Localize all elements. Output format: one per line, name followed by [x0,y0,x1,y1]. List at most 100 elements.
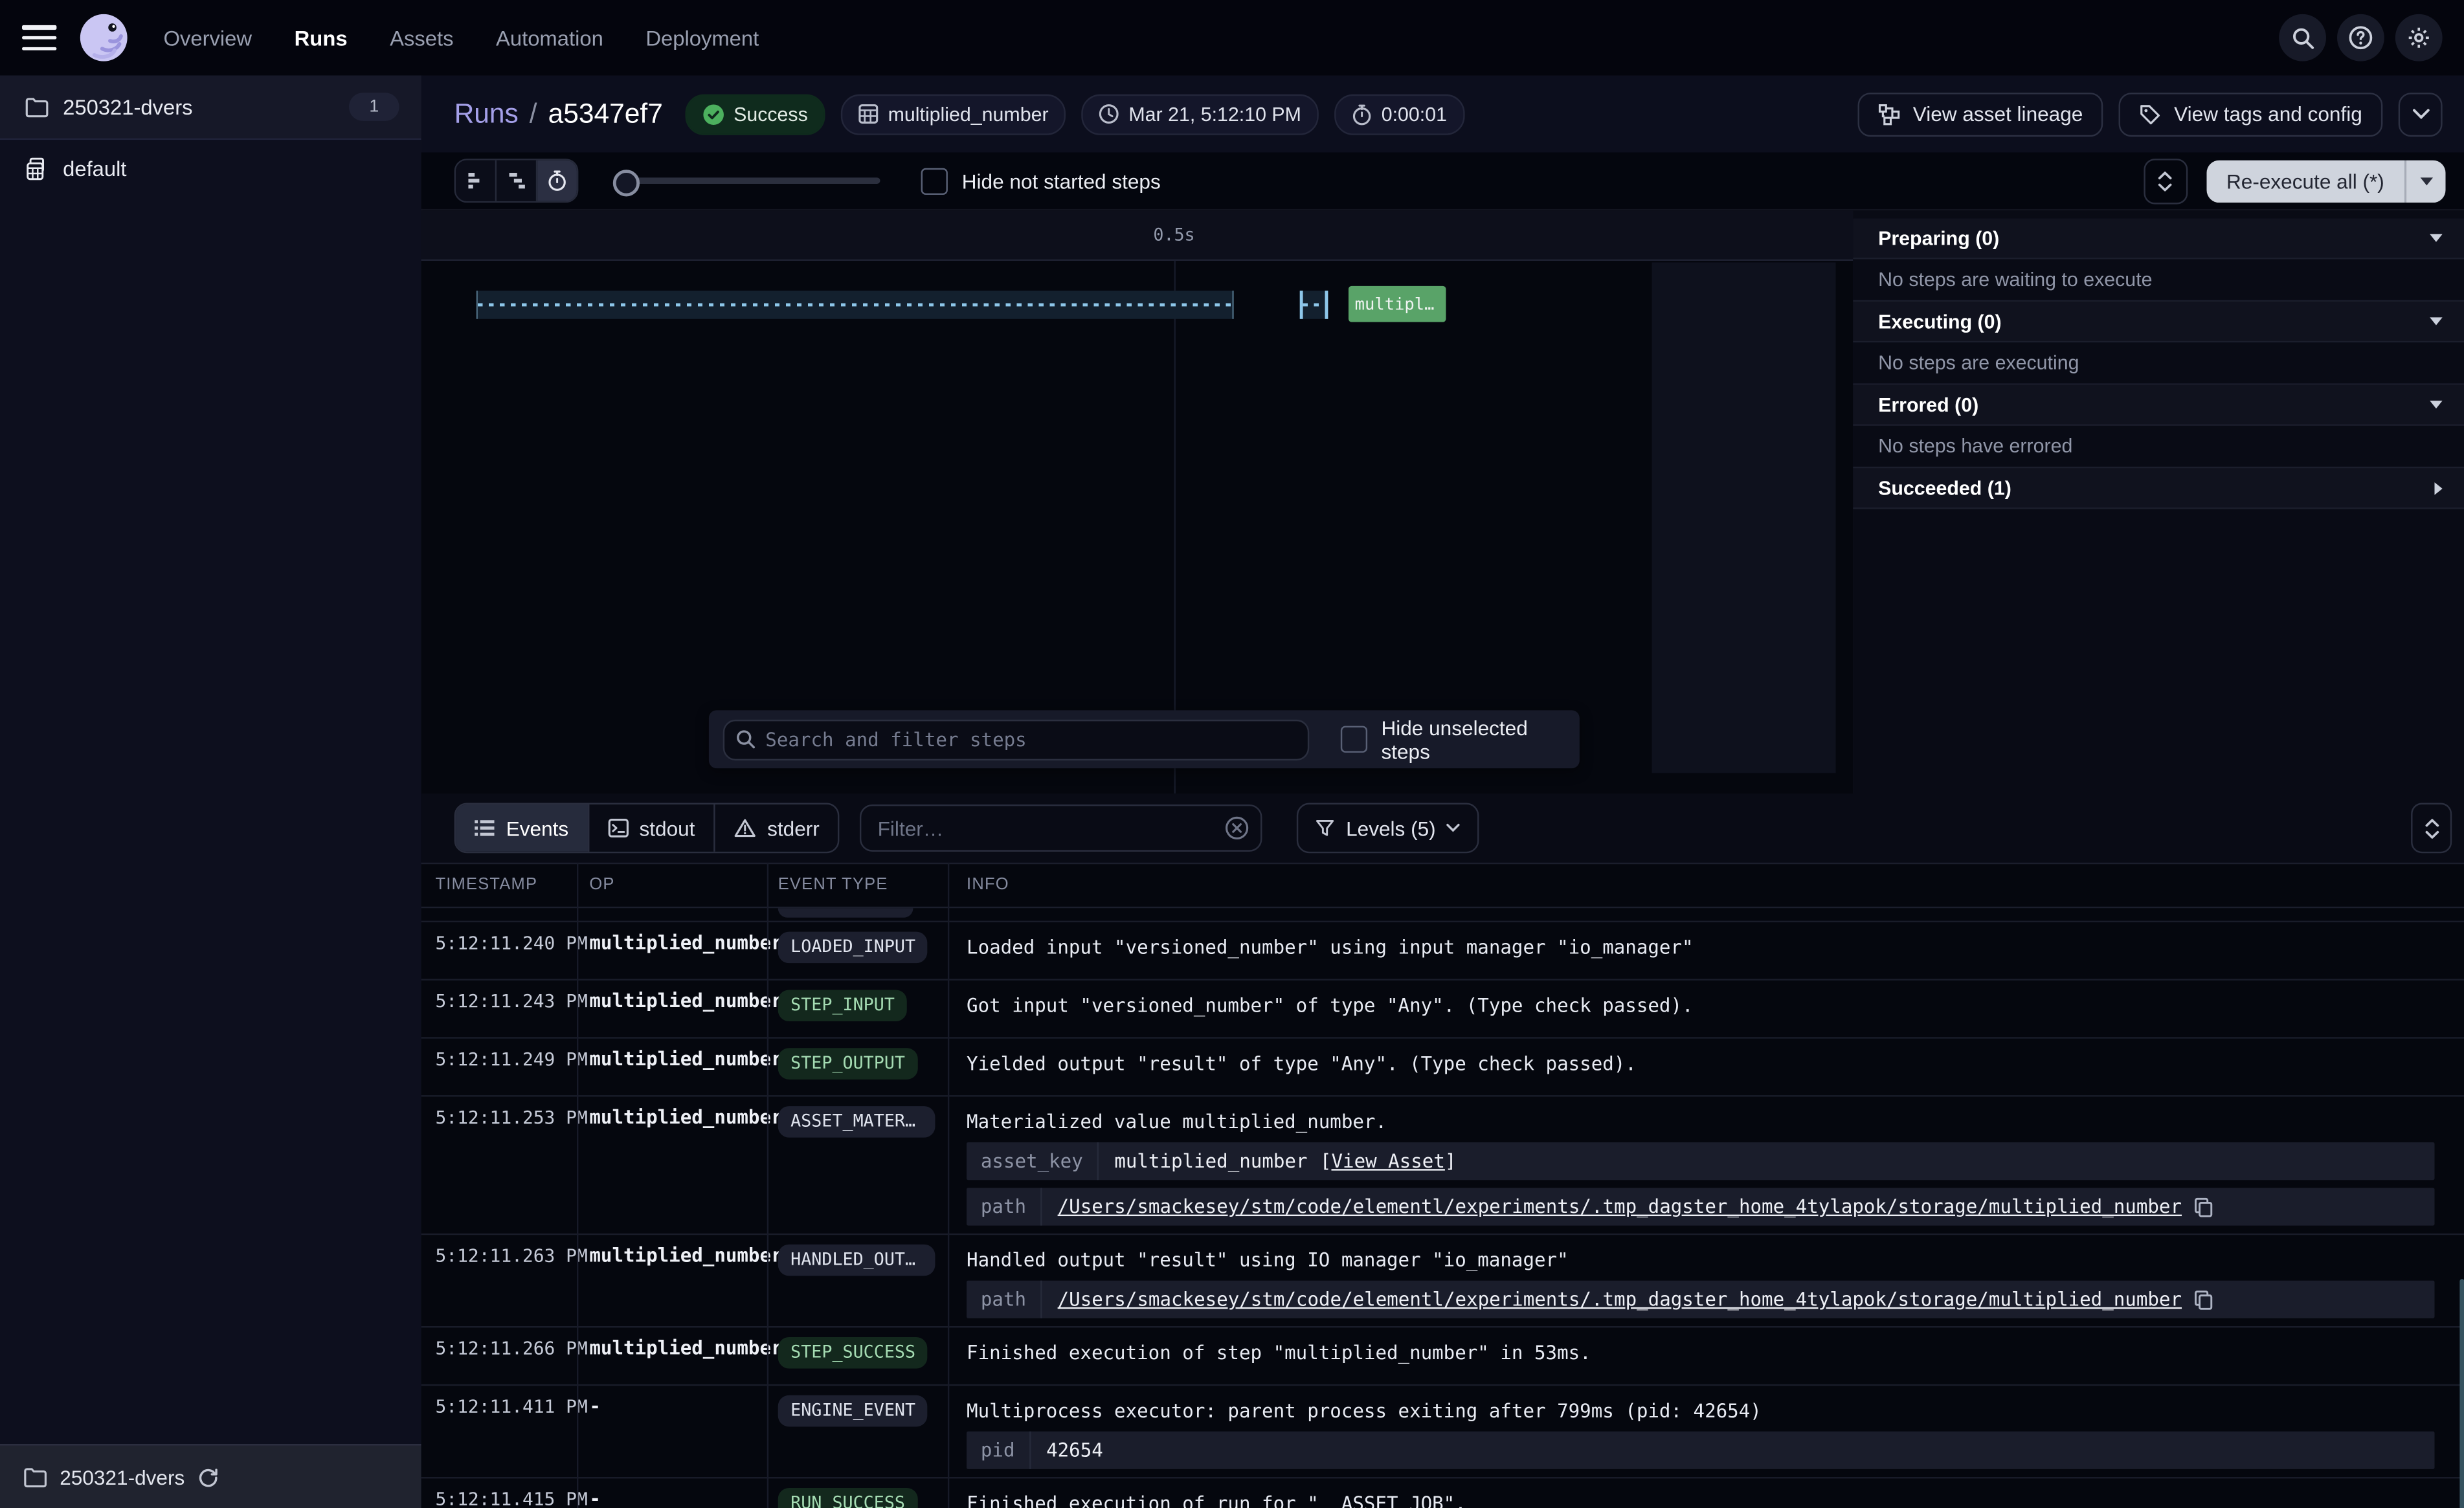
tab-events[interactable]: Events [456,804,589,852]
log-filter [860,804,1262,852]
event-timestamp: 5:12:11.253 PM [421,1097,577,1137]
event-type-cell: HANDLED_OUTPUT [767,1235,948,1291]
expand-panel-button[interactable] [2143,158,2187,203]
event-type-badge: ASSET_MATERIALIZATION [778,1106,935,1138]
event-row: 5:12:11.253 PMmultiplied_numberASSET_MAT… [421,1097,2464,1236]
event-op: - [577,1386,767,1425]
event-type-cell: STEP_OUTPUT [767,1039,948,1095]
hide-unselected-control: Hide unselected steps [1340,716,1580,763]
step-section-header[interactable]: Preparing (0) [1853,218,2464,259]
event-op: multiplied_number [577,1327,767,1367]
help-icon [2348,25,2373,50]
copy-icon[interactable] [2194,1289,2213,1310]
nav-item-automation[interactable]: Automation [496,26,603,49]
clipped-badge [778,908,913,918]
tab-stdout[interactable]: stdout [589,804,715,852]
log-filter-input[interactable] [860,804,1262,852]
event-info-text: Finished execution of run for "__ASSET_J… [967,1488,2434,1508]
view-tags-config-button[interactable]: View tags and config [2119,92,2382,136]
levels-label: Levels (5) [1346,816,1436,839]
col-header-timestamp: TIMESTAMP [421,875,577,894]
terminal-icon [608,819,629,837]
chevron-down-icon [2430,234,2442,242]
view-asset-link[interactable]: View Asset [1331,1150,1444,1172]
step-section-message: No steps have errored [1853,426,2464,469]
hamburger-menu-icon[interactable] [22,25,56,50]
slider-track [622,177,880,184]
event-type-badge: STEP_OUTPUT [778,1048,918,1080]
repo-count-badge: 1 [349,93,399,121]
sidebar-item-default[interactable]: default [0,140,421,198]
event-row: 5:12:11.243 PMmultiplied_numberSTEP_INPU… [421,981,2464,1039]
gantt-mode-toggle [454,159,579,203]
gantt-search-panel: Hide unselected steps [709,710,1580,768]
gear-icon [2406,25,2432,50]
step-section-header[interactable]: Succeeded (1) [1853,468,2464,509]
breadcrumb-separator: / [530,98,537,131]
run-actions-menu-button[interactable] [2399,92,2443,136]
path-link[interactable]: /Users/smackesey/stm/code/elementl/exper… [1058,1289,2182,1311]
reload-icon[interactable] [197,1467,218,1487]
event-timestamp: 5:12:11.240 PM [421,922,577,962]
search-button[interactable] [2279,14,2326,61]
step-status-panel: Preparing (0)No steps are waiting to exe… [1853,210,2464,795]
event-timestamp: 5:12:11.411 PM [421,1386,577,1425]
copy-icon[interactable] [2194,1197,2213,1217]
run-id: a5347ef7 [548,98,663,131]
hide-not-started-checkbox[interactable] [921,168,948,194]
metadata-key: path [967,1188,1042,1225]
tab-stderr[interactable]: stderr [715,804,838,852]
top-nav: Overview Runs Assets Automation Deployment [0,0,2464,76]
col-header-info: INFO [948,875,2464,894]
event-info: Loaded input "versioned_number" using in… [948,922,2464,968]
help-button[interactable] [2337,14,2384,61]
nav-item-deployment[interactable]: Deployment [645,26,759,49]
hide-unselected-checkbox[interactable] [1340,726,1367,753]
event-timestamp: 5:12:11.249 PM [421,1039,577,1078]
settings-button[interactable] [2395,14,2443,61]
dagster-run-page: Overview Runs Assets Automation Deployment 2… [0,0,2464,1508]
gantt-mode-timed-button[interactable] [537,161,577,201]
reexecute-menu-button[interactable] [2406,159,2446,202]
breadcrumb: Runs / a5347ef7 [454,98,663,131]
nav-item-assets[interactable]: Assets [390,26,453,49]
events-scrollbar-thumb[interactable] [2459,1279,2464,1508]
step-section-title: Executing (0) [1878,310,2002,332]
sidebar-footer-repo[interactable]: 250321-dvers [0,1444,421,1508]
dagster-logo-icon[interactable] [76,10,132,66]
sort-arrows-icon [2425,818,2439,839]
nav-item-overview[interactable]: Overview [163,26,252,49]
event-type-badge: RUN_SUCCESS [778,1488,918,1508]
step-search-input[interactable] [723,719,1309,760]
nav-item-runs[interactable]: Runs [295,26,348,49]
expand-logs-button[interactable] [2411,803,2452,854]
event-info: Yielded output "result" of type "Any". (… [948,1039,2464,1084]
view-asset-lineage-button[interactable]: View asset lineage [1858,92,2103,136]
clear-filter-icon[interactable] [1225,815,1250,841]
gantt-mode-waterfall-button[interactable] [497,161,537,201]
reexecute-all-button[interactable]: Re-execute all (*) [2206,159,2404,202]
sidebar-item-repo[interactable]: 250321-dvers 1 [0,76,421,140]
event-timestamp: 5:12:11.415 PM [421,1478,577,1508]
event-type-cell: ENGINE_EVENT [767,1386,948,1442]
col-header-event-type: EVENT TYPE [767,875,948,894]
breadcrumb-runs-link[interactable]: Runs [454,98,519,131]
check-circle-icon [702,103,724,125]
gantt-zoom-slider[interactable] [613,161,880,201]
event-row: 5:12:11.249 PMmultiplied_numberSTEP_OUTP… [421,1039,2464,1097]
levels-dropdown[interactable]: Levels (5) [1297,803,1480,854]
metadata-value: multiplied_number[View Asset] [1099,1142,1456,1180]
slider-knob[interactable] [613,170,640,196]
step-section-title: Errored (0) [1878,394,1978,416]
metadata-key: pid [967,1432,1031,1469]
event-type-badge: LOADED_INPUT [778,932,928,964]
gantt-step-bar[interactable]: multiplied_number [1349,286,1446,322]
gantt-mode-flat-button[interactable] [456,161,497,201]
event-info-text: Got input "versioned_number" of type "An… [967,990,2434,1018]
step-section-header[interactable]: Errored (0) [1853,385,2464,426]
asset-tag-pill[interactable]: multiplied_number [841,93,1066,134]
step-section-header[interactable]: Executing (0) [1853,302,2464,342]
footer-repo-name: 250321-dvers [60,1465,185,1489]
event-type-cell: STEP_INPUT [767,981,948,1037]
path-link[interactable]: /Users/smackesey/stm/code/elementl/exper… [1058,1195,2182,1217]
